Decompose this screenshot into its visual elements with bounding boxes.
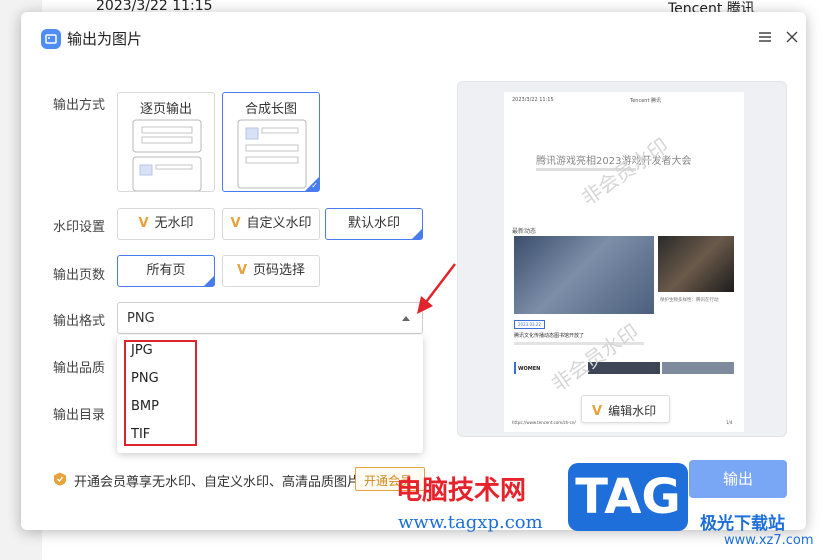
dialog-title: 输出为图片 <box>67 30 143 48</box>
watermark-custom-label: 自定义水印 <box>246 216 312 231</box>
tag-logo: TAG <box>568 463 688 531</box>
preview-footer-right: 1/4 <box>726 420 733 425</box>
image-export-icon <box>41 29 61 49</box>
watermark-v-icon: V <box>230 216 241 231</box>
preview-footer-left: https://www.tencent.com/zh-cn/ <box>512 420 576 425</box>
output-mode-long-image-label: 合成长图 <box>244 102 297 117</box>
pages-all-label: 所有页 <box>146 263 186 278</box>
check-icon: ✓ <box>311 181 318 190</box>
selected-corner-badge <box>204 276 214 286</box>
preview-section: 最新动态 <box>512 228 537 235</box>
label-pages: 输出页数 <box>53 268 106 283</box>
download-site-name: 极光下载站 <box>700 514 785 534</box>
preview-panel: 2023/3/22 11:15 Tencent 腾讯 腾讯游戏亮相2023游戏开… <box>457 81 787 437</box>
output-mode-per-page-label: 逐页输出 <box>139 102 192 117</box>
site-brand-text: 电脑技术网 <box>396 476 527 506</box>
watermark-v-icon: V <box>592 404 603 419</box>
format-select[interactable]: PNG <box>117 302 423 334</box>
label-quality: 输出品质 <box>53 361 106 376</box>
download-site-url: www.xz7.com <box>724 533 814 548</box>
per-page-layout-icon <box>132 119 202 191</box>
preview-caption: 腾讯文化传播动态图书馆开放了 <box>514 333 585 339</box>
edit-watermark-button[interactable]: V 编辑水印 <box>581 395 670 423</box>
output-mode-long-image[interactable]: 合成长图 ✓ <box>222 92 320 192</box>
preview-photo-side <box>658 236 734 292</box>
preview-thumb-3 <box>662 362 734 374</box>
watermark-none-label: 无水印 <box>154 216 194 231</box>
dialog-titlebar: 输出为图片 <box>21 12 806 62</box>
vip-shield-icon <box>54 472 66 486</box>
format-select-value: PNG <box>127 311 155 326</box>
output-mode-per-page[interactable]: 逐页输出 <box>117 92 215 192</box>
pages-select-label: 页码选择 <box>253 263 306 278</box>
watermark-custom-button[interactable]: V 自定义水印 <box>222 208 320 240</box>
preview-women-label: WOMEN <box>518 366 541 372</box>
watermark-default-label: 默认水印 <box>347 216 400 231</box>
preview-header-right: Tencent 腾讯 <box>630 98 661 104</box>
label-watermark: 水印设置 <box>53 220 106 235</box>
site-url-text: www.tagxp.com <box>398 512 543 533</box>
hamburger-icon[interactable] <box>758 29 772 43</box>
selected-corner-badge <box>412 229 422 239</box>
label-format: 输出格式 <box>53 314 106 329</box>
export-button[interactable]: 输出 <box>689 460 787 498</box>
vip-promo-text: 开通会员尊享无水印、自定义水印、高清品质图片 <box>74 475 361 490</box>
long-image-layout-icon <box>237 119 307 189</box>
watermark-none-button[interactable]: V 无水印 <box>117 208 215 240</box>
preview-watermark-2: 非会员水印 <box>547 319 643 397</box>
preview-tag: 2023.03.22 <box>514 320 545 329</box>
preview-side-caption: 保护生物多样性：腾讯在行动 <box>660 298 719 303</box>
label-output-mode: 输出方式 <box>53 98 106 113</box>
watermark-default-button[interactable]: 默认水印 <box>325 208 423 240</box>
pages-select-button[interactable]: V 页码选择 <box>222 255 320 287</box>
edit-watermark-label: 编辑水印 <box>608 404 657 418</box>
close-icon[interactable] <box>785 29 799 43</box>
preview-page: 2023/3/22 11:15 Tencent 腾讯 腾讯游戏亮相2023游戏开… <box>504 92 744 432</box>
pages-all-button[interactable]: 所有页 <box>117 255 215 287</box>
watermark-v-icon: V <box>138 216 149 231</box>
watermark-v-icon: V <box>236 263 248 278</box>
label-directory: 输出目录 <box>53 408 106 423</box>
preview-header-left: 2023/3/22 11:15 <box>512 97 554 103</box>
export-image-dialog: 输出为图片 输出方式 水印设置 输出页数 输出格式 输出品质 输出目录 逐页输出… <box>21 12 806 530</box>
highlight-box <box>124 340 197 446</box>
preview-photo-main <box>514 236 654 314</box>
